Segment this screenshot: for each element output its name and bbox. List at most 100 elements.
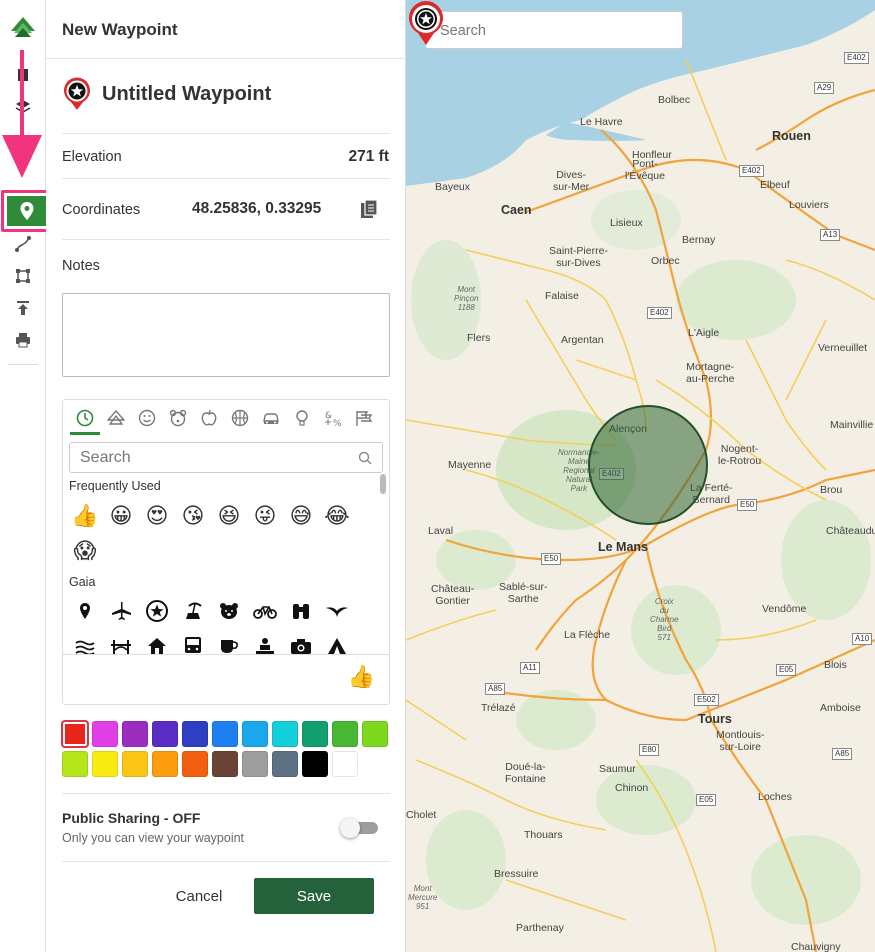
color-swatch[interactable]: [152, 721, 178, 747]
emoji-thumbs-up[interactable]: 👍: [67, 500, 103, 532]
color-swatch[interactable]: [62, 751, 88, 777]
beach-icon[interactable]: [175, 595, 211, 627]
emoji-wink-tongue[interactable]: 😜: [247, 500, 283, 532]
color-swatch[interactable]: [242, 751, 268, 777]
icon-picker: &% Search Frequently Used 👍 😀 😍 😘 😆 😜 😅 …: [62, 399, 390, 705]
smileys-icon[interactable]: [131, 400, 162, 436]
waypoint-star-marker-icon[interactable]: [62, 76, 92, 112]
public-sharing-subtitle: Only you can view your waypoint: [62, 831, 245, 845]
tool-rail: [0, 0, 53, 952]
waypoint-title[interactable]: Untitled Waypoint: [102, 83, 271, 106]
road-shield: A29: [814, 82, 835, 94]
map-place-label: L'Aigle: [688, 327, 720, 339]
star-icon[interactable]: [139, 595, 175, 627]
color-swatch[interactable]: [122, 751, 148, 777]
save-button[interactable]: Save: [254, 878, 374, 914]
color-swatch[interactable]: [152, 751, 178, 777]
bird-icon[interactable]: [319, 595, 355, 627]
public-sharing-toggle[interactable]: [340, 818, 378, 838]
map-search-input[interactable]: Search: [425, 11, 683, 49]
emoji-joy[interactable]: 😂: [319, 500, 355, 532]
map-place-label: Argentan: [561, 334, 604, 346]
bridge-icon[interactable]: [103, 630, 139, 654]
color-swatch[interactable]: [182, 751, 208, 777]
notes-textarea[interactable]: [62, 293, 390, 377]
waypoint-title-row[interactable]: Untitled Waypoint: [62, 74, 392, 114]
map-place-label: Cholet: [406, 809, 437, 821]
map-place-label: Chauvigny: [791, 941, 841, 952]
color-swatch[interactable]: [332, 751, 358, 777]
tent-icon[interactable]: [319, 630, 355, 654]
elevation-label: Elevation: [62, 149, 122, 165]
cafe-icon[interactable]: [211, 630, 247, 654]
color-swatch[interactable]: [302, 721, 328, 747]
upload-icon[interactable]: [7, 294, 39, 322]
travel-icon[interactable]: [255, 400, 286, 436]
color-swatch[interactable]: [272, 721, 298, 747]
emoji-laughing[interactable]: 😆: [211, 500, 247, 532]
emoji-scream[interactable]: 😱: [67, 535, 103, 567]
svg-text:&: &: [325, 411, 332, 421]
map-place-label: Chinon: [615, 782, 649, 794]
emoji-kiss[interactable]: 😘: [175, 500, 211, 532]
symbols-icon[interactable]: &%: [317, 400, 348, 436]
print-icon[interactable]: [7, 326, 39, 354]
color-swatch[interactable]: [272, 751, 298, 777]
color-swatch[interactable]: [362, 721, 388, 747]
bus-icon[interactable]: [175, 630, 211, 654]
color-swatch[interactable]: [61, 720, 89, 748]
color-swatch[interactable]: [182, 721, 208, 747]
map-place-label: Pont- l'Évêque: [625, 158, 665, 182]
water-icon[interactable]: [67, 630, 103, 654]
gaia-logo-icon[interactable]: [7, 14, 39, 42]
divider: [62, 239, 390, 240]
campsite-icon[interactable]: [247, 630, 283, 654]
animals-icon[interactable]: [162, 400, 193, 436]
toggle-knob[interactable]: [340, 818, 360, 838]
bear-icon[interactable]: [211, 595, 247, 627]
color-swatch[interactable]: [212, 721, 238, 747]
emoji-sweat-smile[interactable]: 😅: [283, 500, 319, 532]
color-swatch[interactable]: [242, 721, 268, 747]
emoji-grinning[interactable]: 😀: [103, 500, 139, 532]
color-swatch[interactable]: [332, 721, 358, 747]
scrollbar-thumb[interactable]: [380, 474, 386, 494]
copy-coordinates-icon[interactable]: [360, 199, 378, 224]
gaia-icon[interactable]: [100, 400, 131, 436]
terrain-label: Croix du Charme Bird 571: [650, 597, 679, 642]
flags-icon[interactable]: [348, 400, 379, 436]
icon-list-scrollbar[interactable]: [379, 474, 387, 654]
objects-icon[interactable]: [286, 400, 317, 436]
activity-icon[interactable]: [224, 400, 255, 436]
gaia-category-label: Gaia: [69, 575, 96, 589]
divider: [62, 861, 390, 862]
recent-icon[interactable]: [69, 400, 100, 436]
emoji-heart-eyes[interactable]: 😍: [139, 500, 175, 532]
icon-search-input[interactable]: Search: [69, 442, 383, 473]
house-icon[interactable]: [139, 630, 175, 654]
map-place-label: Louviers: [789, 199, 829, 211]
map-place-label: Brou: [820, 484, 843, 496]
stack-icon[interactable]: [7, 92, 39, 120]
icon-category-tabs: &%: [63, 400, 389, 436]
waypoint-tool-button[interactable]: [7, 196, 47, 226]
food-icon[interactable]: [193, 400, 224, 436]
map-view[interactable]: Search Le Havre Bolbec Honfleur Rouen Dives-…: [406, 0, 875, 952]
color-swatch[interactable]: [92, 721, 118, 747]
waypoint-map-marker-icon[interactable]: [406, 0, 446, 46]
camera-icon[interactable]: [283, 630, 319, 654]
marker-icon[interactable]: [67, 595, 103, 627]
bicycle-icon[interactable]: [247, 595, 283, 627]
color-swatch[interactable]: [122, 721, 148, 747]
icon-search-placeholder: Search: [80, 448, 131, 466]
layers-icon[interactable]: [7, 61, 39, 89]
map-place-label: Falaise: [545, 290, 579, 302]
area-tool-icon[interactable]: [7, 262, 39, 290]
route-tool-icon[interactable]: [7, 230, 39, 258]
cancel-button[interactable]: Cancel: [156, 880, 242, 912]
airport-icon[interactable]: [103, 595, 139, 627]
color-swatch[interactable]: [302, 751, 328, 777]
color-swatch[interactable]: [92, 751, 118, 777]
binoculars-icon[interactable]: [283, 595, 319, 627]
color-swatch[interactable]: [212, 751, 238, 777]
